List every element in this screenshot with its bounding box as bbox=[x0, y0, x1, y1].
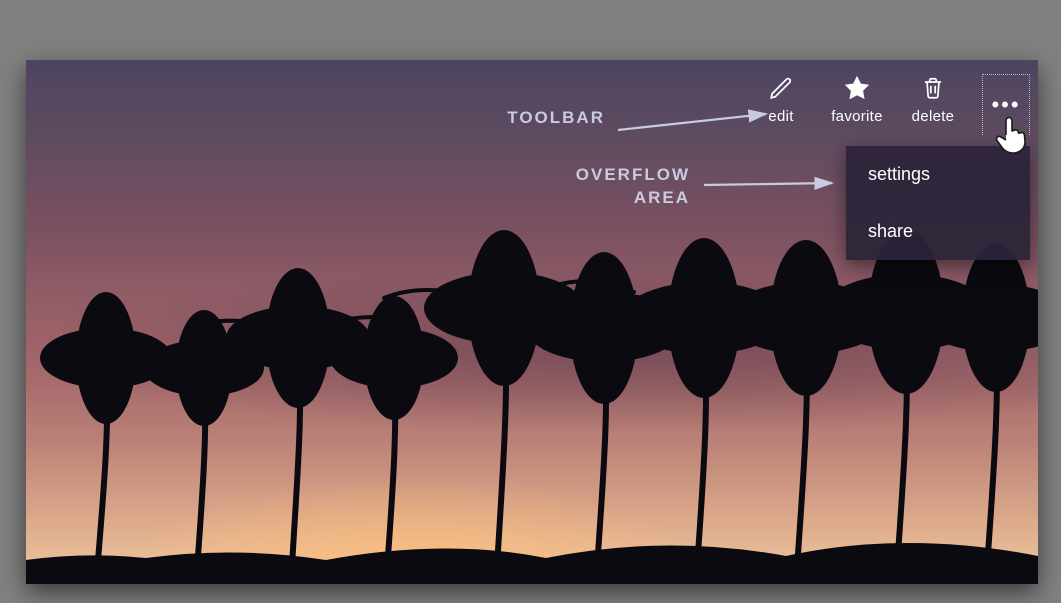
palm-silhouettes bbox=[26, 60, 1038, 584]
favorite-button[interactable]: favorite bbox=[830, 74, 884, 125]
annotation-overflow-label: OVERFLOW AREA bbox=[320, 164, 690, 210]
trash-icon bbox=[919, 74, 947, 102]
annotation-toolbar-label: TOOLBAR bbox=[320, 108, 605, 128]
photo-canvas: edit favorite delete ••• bbox=[26, 60, 1038, 584]
favorite-label: favorite bbox=[831, 108, 883, 125]
more-button[interactable]: ••• bbox=[982, 74, 1030, 135]
stage: edit favorite delete ••• bbox=[0, 0, 1061, 603]
star-icon bbox=[843, 74, 871, 102]
delete-button[interactable]: delete bbox=[906, 74, 960, 125]
overflow-menu: settings share bbox=[846, 146, 1030, 260]
overflow-item-settings[interactable]: settings bbox=[846, 146, 1030, 203]
pencil-icon bbox=[767, 74, 795, 102]
delete-label: delete bbox=[912, 108, 955, 125]
overflow-item-share[interactable]: share bbox=[846, 203, 1030, 260]
toolbar: edit favorite delete ••• bbox=[754, 74, 1030, 135]
